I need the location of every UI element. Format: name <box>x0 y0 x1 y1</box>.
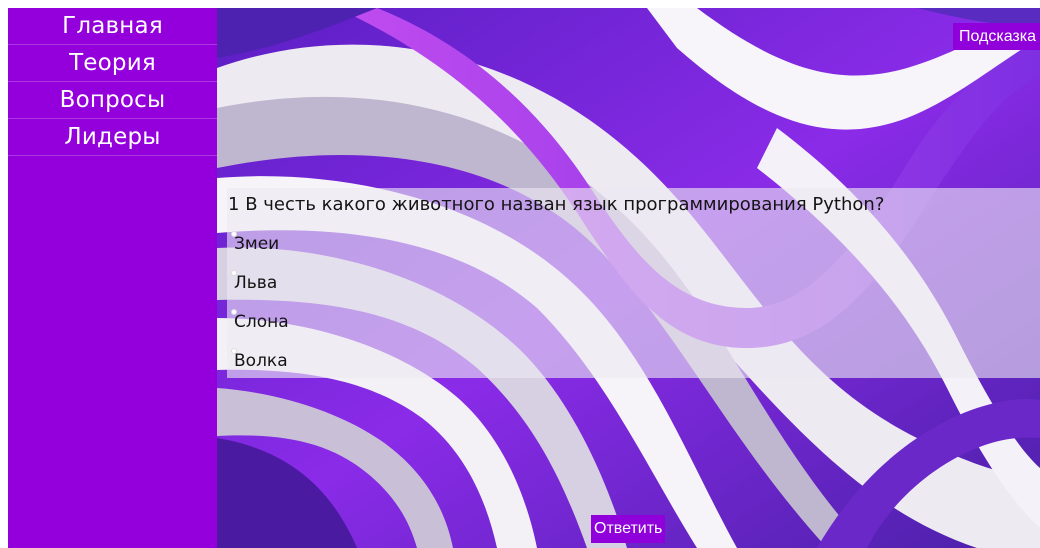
nav-item-leaders[interactable]: Лидеры <box>8 119 217 156</box>
option-label: Слона <box>234 312 289 332</box>
question-panel: 1 В честь какого животного назван язык п… <box>227 188 1040 378</box>
nav-item-home[interactable]: Главная <box>8 8 217 45</box>
question-text: 1 В честь какого животного назван язык п… <box>228 194 884 215</box>
hint-button[interactable]: Подсказка <box>952 23 1040 50</box>
nav-item-theory[interactable]: Теория <box>8 45 217 82</box>
option-label: Волка <box>234 351 288 371</box>
question-number: 1 <box>228 194 240 215</box>
quiz-content-area: Подсказка 1 В честь какого животного наз… <box>217 8 1040 548</box>
question-body: В честь какого животного назван язык про… <box>245 194 885 215</box>
nav-item-questions[interactable]: Вопросы <box>8 82 217 119</box>
sidebar: Главная Теория Вопросы Лидеры <box>8 8 217 548</box>
app-window: Главная Теория Вопросы Лидеры Подсказка … <box>8 8 1040 548</box>
submit-answer-button[interactable]: Ответить <box>591 515 666 543</box>
option-label: Льва <box>234 273 278 293</box>
option-label: Змеи <box>234 234 280 254</box>
